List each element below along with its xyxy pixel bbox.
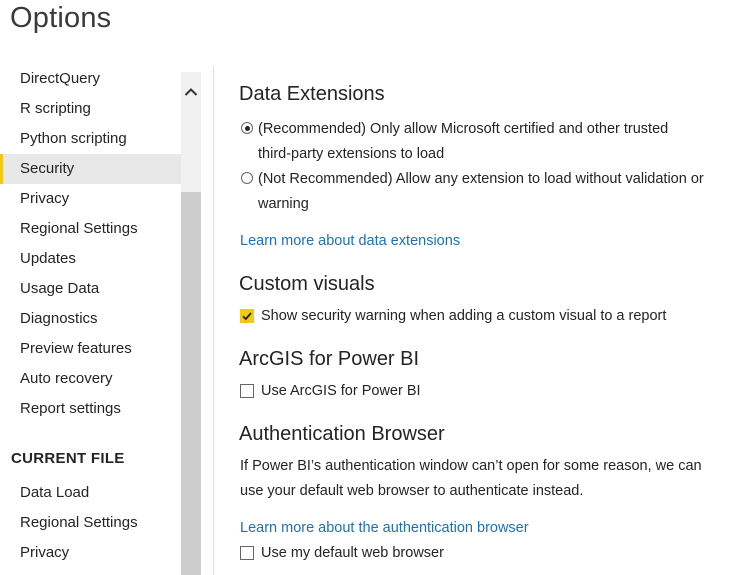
sidebar-item-security[interactable]: Security (0, 154, 181, 184)
sidebar-item-updates[interactable]: Updates (0, 244, 181, 274)
sidebar-item-file-regional-settings[interactable]: Regional Settings (0, 508, 181, 538)
checkmark-icon (242, 312, 252, 321)
sidebar-item-directquery[interactable]: DirectQuery (0, 64, 181, 94)
scroll-up-button[interactable] (181, 72, 201, 112)
auth-browser-description: If Power BI’s authentication window can’… (240, 458, 702, 499)
panel-divider (213, 66, 214, 575)
sidebar-item-file-privacy[interactable]: Privacy (0, 538, 181, 568)
sidebar-item-regional-settings[interactable]: Regional Settings (0, 214, 181, 244)
sidebar-item-auto-recovery[interactable]: Auto recovery (0, 364, 181, 394)
learn-more-data-extensions-link[interactable]: Learn more about data extensions (240, 233, 460, 249)
learn-more-auth-browser-link[interactable]: Learn more about the authentication brow… (240, 520, 529, 536)
arcgis-checkbox-label: Use ArcGIS for Power BI (261, 383, 421, 399)
default-browser-checkbox-label: Use my default web browser (261, 545, 444, 561)
sidebar-item-python-scripting[interactable]: Python scripting (0, 124, 181, 154)
data-extensions-heading: Data Extensions (239, 83, 385, 105)
custom-visuals-checkbox[interactable] (240, 309, 254, 323)
sidebar-scrollbar[interactable] (181, 72, 201, 575)
radio-recommended-label: (Recommended) Only allow Microsoft certi… (258, 121, 669, 162)
window-title: Options (10, 2, 112, 34)
custom-visuals-heading: Custom visuals (239, 273, 375, 295)
sidebar-item-privacy[interactable]: Privacy (0, 184, 181, 214)
sidebar-item-diagnostics[interactable]: Diagnostics (0, 304, 181, 334)
sidebar-item-report-settings[interactable]: Report settings (0, 394, 181, 424)
scroll-thumb[interactable] (181, 192, 201, 575)
sidebar-item-data-load[interactable]: Data Load (0, 478, 181, 508)
radio-not-recommended[interactable] (241, 172, 253, 184)
radio-not-recommended-label: (Not Recommended) Allow any extension to… (258, 171, 704, 212)
arcgis-heading: ArcGIS for Power BI (239, 348, 420, 370)
current-file-header: CURRENT FILE (11, 450, 125, 467)
radio-recommended[interactable] (241, 122, 253, 134)
sidebar-item-r-scripting[interactable]: R scripting (0, 94, 181, 124)
default-browser-checkbox[interactable] (240, 546, 254, 560)
sidebar-item-preview-features[interactable]: Preview features (0, 334, 181, 364)
arcgis-checkbox[interactable] (240, 384, 254, 398)
chevron-up-icon (184, 88, 198, 96)
custom-visuals-checkbox-label: Show security warning when adding a cust… (261, 308, 667, 324)
sidebar-item-usage-data[interactable]: Usage Data (0, 274, 181, 304)
auth-browser-heading: Authentication Browser (239, 423, 445, 445)
